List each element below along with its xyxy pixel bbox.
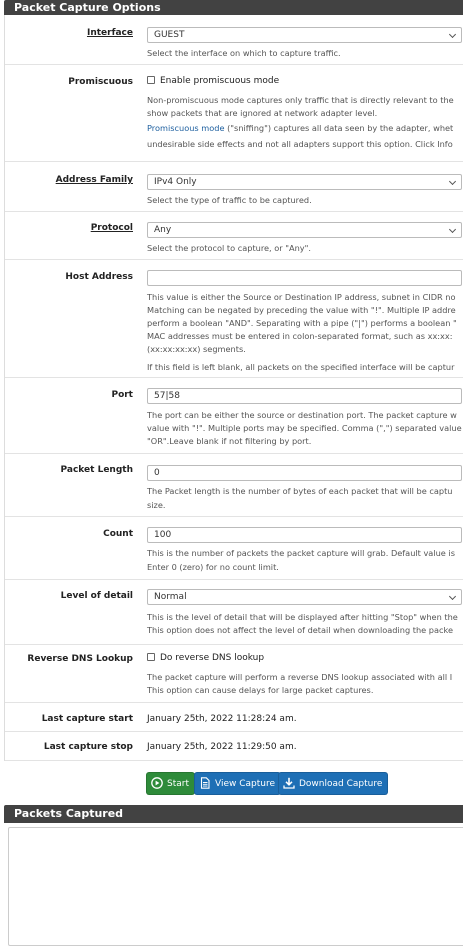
interface-row: Interface GUEST Select the interface on … (5, 15, 463, 65)
port-label: Port (111, 390, 133, 400)
last-capture-stop-row: Last capture stop January 25th, 2022 11:… (5, 732, 463, 761)
port-row: Port 57|58 The port can be either the so… (5, 378, 463, 454)
protocol-help: Select the protocol to capture, or "Any"… (147, 243, 312, 253)
reverse-dns-checkbox-box[interactable] (147, 653, 155, 661)
last-capture-start-label: Last capture start (41, 714, 133, 724)
start-button-label: Start (167, 779, 189, 789)
promiscuous-help-4: undesirable side effects and not all ada… (147, 139, 453, 149)
host-address-help-6: If this field is left blank, all packets… (147, 362, 455, 372)
count-help-2: Enter 0 (zero) for no count limit. (147, 562, 279, 572)
port-help-2: value with "!". Multiple ports may be sp… (147, 423, 462, 433)
last-capture-stop-label: Last capture stop (43, 742, 133, 752)
last-capture-start-row: Last capture start January 25th, 2022 11… (5, 703, 463, 732)
interface-help: Select the interface on which to capture… (147, 48, 341, 58)
reverse-dns-row: Reverse DNS Lookup Do reverse DNS lookup… (5, 645, 463, 703)
captured-panel-heading: Packets Captured (4, 805, 463, 823)
reverse-dns-checkbox[interactable]: Do reverse DNS lookup (147, 653, 264, 663)
count-row: Count 100 This is the number of packets … (5, 517, 463, 580)
promiscuous-row: Promiscuous Enable promiscuous mode Non-… (5, 65, 463, 162)
packet-length-row: Packet Length 0 The Packet length is the… (5, 454, 463, 517)
view-capture-button[interactable]: View Capture (194, 772, 282, 795)
host-address-row: Host Address This value is either the So… (5, 260, 463, 378)
packet-length-label: Packet Length (60, 465, 133, 475)
promiscuous-help-3: Promiscuous mode ("sniffing") captures a… (147, 122, 463, 134)
options-panel-title: Packet Capture Options (14, 1, 161, 14)
host-address-label: Host Address (65, 272, 133, 282)
download-capture-button[interactable]: Download Capture (278, 772, 389, 795)
host-address-help-5: (xx:xx:xx:xx) segments. (147, 344, 246, 354)
last-capture-stop-value: January 25th, 2022 11:29:50 am. (147, 742, 297, 752)
download-icon (283, 777, 295, 789)
packet-length-help-2: size. (147, 500, 166, 510)
address-family-label: Address Family (55, 175, 133, 185)
promiscuous-checkbox-label: Enable promiscuous mode (160, 76, 280, 86)
download-capture-button-label: Download Capture (299, 779, 383, 789)
reverse-dns-label: Reverse DNS Lookup (27, 654, 133, 664)
play-circle-icon (151, 777, 163, 789)
count-label: Count (103, 529, 133, 539)
host-address-help-1: This value is either the Source or Desti… (147, 292, 456, 302)
level-of-detail-select[interactable]: Normal (147, 589, 462, 605)
reverse-dns-help-2: This option can cause delays for large p… (147, 685, 374, 695)
packets-captured-textarea[interactable] (8, 827, 463, 946)
count-input[interactable]: 100 (147, 527, 462, 543)
host-address-help-2: Matching can be negated by preceding the… (147, 305, 456, 315)
reverse-dns-checkbox-label: Do reverse DNS lookup (160, 653, 265, 663)
port-help-1: The port can be either the source or des… (147, 410, 457, 420)
start-button[interactable]: Start (146, 772, 195, 795)
promiscuous-checkbox[interactable]: Enable promiscuous mode (147, 76, 279, 86)
view-capture-button-label: View Capture (215, 779, 276, 789)
promiscuous-mode-link[interactable]: Promiscuous mode (147, 123, 224, 133)
promiscuous-help-1: Non-promiscuous mode captures only traff… (147, 95, 454, 105)
protocol-label: Protocol (90, 223, 133, 233)
options-panel-heading: Packet Capture Options (4, 0, 463, 15)
promiscuous-help-2: show packets that are ignored at network… (147, 108, 378, 118)
level-of-detail-help-2: This option does not affect the level of… (147, 625, 453, 635)
interface-select[interactable]: GUEST (147, 27, 462, 43)
promiscuous-label: Promiscuous (68, 77, 133, 87)
address-family-help: Select the type of traffic to be capture… (147, 195, 312, 205)
reverse-dns-help-1: The packet capture will perform a revers… (147, 672, 453, 682)
host-address-input[interactable] (147, 270, 462, 286)
address-family-row: Address Family IPv4 Only Select the type… (5, 162, 463, 212)
packet-length-input[interactable]: 0 (147, 465, 462, 481)
host-address-help-3: perform a boolean "AND". Separating with… (147, 318, 457, 328)
last-capture-start-value: January 25th, 2022 11:28:24 am. (147, 714, 297, 724)
interface-label: Interface (86, 28, 133, 38)
captured-panel-title: Packets Captured (14, 807, 124, 820)
protocol-row: Protocol Any Select the protocol to capt… (5, 212, 463, 260)
count-help-1: This is the number of packets the packet… (147, 548, 455, 558)
port-help-3: "OR".Leave blank if not filtering by por… (147, 436, 312, 446)
port-input[interactable]: 57|58 (147, 388, 462, 404)
file-icon (200, 777, 210, 789)
level-of-detail-help-1: This is the level of detail that will be… (147, 612, 458, 622)
promiscuous-help-3-rest: ("sniffing") captures all data seen by t… (224, 123, 454, 133)
level-of-detail-row: Level of detail Normal This is the level… (5, 580, 463, 645)
address-family-select[interactable]: IPv4 Only (147, 174, 462, 190)
level-of-detail-label: Level of detail (60, 591, 133, 601)
protocol-select[interactable]: Any (147, 222, 462, 238)
packet-length-help-1: The Packet length is the number of bytes… (147, 486, 453, 496)
promiscuous-checkbox-box[interactable] (147, 76, 155, 84)
host-address-help-4: MAC addresses must be entered in colon-s… (147, 331, 453, 341)
